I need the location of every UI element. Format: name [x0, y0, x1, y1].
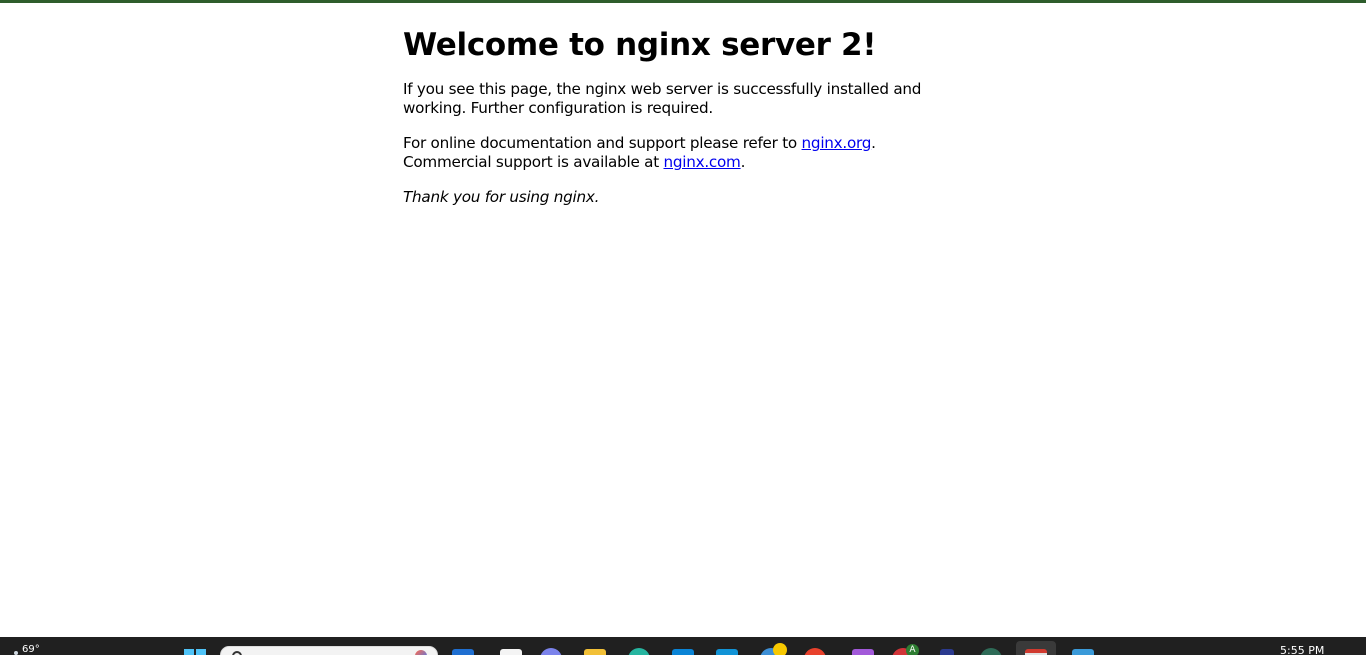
- thanks-paragraph: Thank you for using nginx.: [403, 188, 923, 207]
- search-highlight-icon: [415, 650, 427, 655]
- edge-icon[interactable]: [452, 649, 474, 655]
- thanks-text: Thank you for using nginx.: [403, 188, 600, 206]
- app-icon[interactable]: [1072, 649, 1094, 655]
- calendar-icon: [1025, 649, 1047, 655]
- weather-temperature[interactable]: 69°: [22, 644, 40, 655]
- app-icon[interactable]: [940, 649, 954, 655]
- app-icon[interactable]: [628, 648, 650, 655]
- page-content: Welcome to nginx server 2! If you see th…: [403, 26, 923, 223]
- taskbar-clock[interactable]: 5:55 PM: [1280, 644, 1324, 655]
- intro-paragraph: If you see this page, the nginx web serv…: [403, 80, 922, 117]
- notepad-icon[interactable]: [500, 649, 522, 655]
- search-icon: [232, 651, 242, 655]
- notification-badge-icon: [773, 643, 787, 655]
- docs-text-prefix: For online documentation and support ple…: [403, 134, 802, 152]
- app-icon[interactable]: [716, 649, 738, 655]
- taskbar-search-box[interactable]: [220, 646, 438, 655]
- active-app-highlight[interactable]: [1016, 641, 1056, 655]
- nginx-org-link[interactable]: nginx.org: [802, 134, 872, 152]
- docs-paragraph: For online documentation and support ple…: [403, 134, 923, 172]
- weather-icon[interactable]: [14, 651, 18, 655]
- onenote-icon[interactable]: [852, 649, 874, 655]
- app-icon[interactable]: [980, 648, 1002, 655]
- teams-icon[interactable]: [540, 648, 562, 655]
- office-icon[interactable]: [804, 648, 826, 655]
- top-accent-bar: [0, 0, 1366, 3]
- profile-badge: A: [906, 644, 919, 655]
- page-title: Welcome to nginx server 2!: [403, 27, 877, 63]
- store-icon[interactable]: [672, 649, 694, 655]
- nginx-com-link[interactable]: nginx.com: [663, 153, 740, 171]
- docs-text-suffix: .: [740, 153, 746, 171]
- windows-start-icon[interactable]: [184, 649, 206, 655]
- taskbar: 69° A 5:55 PM: [0, 637, 1366, 655]
- file-explorer-icon[interactable]: [584, 649, 606, 655]
